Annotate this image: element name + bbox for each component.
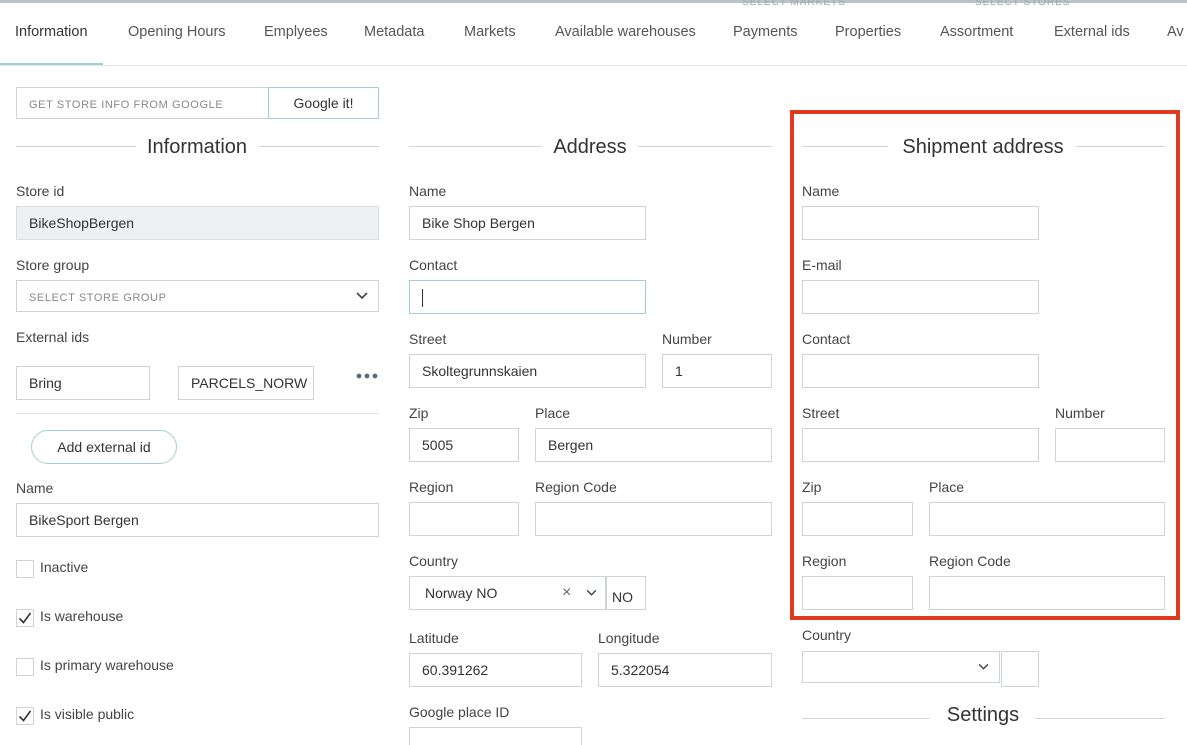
shipment-place-field[interactable] [929, 502, 1165, 536]
clear-icon[interactable]: × [562, 577, 571, 609]
chevron-down-icon [586, 589, 597, 596]
external-id-key-field[interactable]: Bring [16, 366, 150, 400]
tab-available-warehouses[interactable]: Available warehouses [555, 3, 696, 65]
address-street-label: Street [409, 331, 447, 347]
store-id-field: BikeShopBergen [16, 206, 379, 240]
google-search-placeholder: GET STORE INFO FROM GOOGLE [29, 99, 224, 111]
address-country-select[interactable]: Norway NO × [409, 576, 606, 610]
shipment-number-label: Number [1055, 405, 1105, 421]
store-group-select[interactable]: SELECT STORE GROUP [16, 280, 379, 312]
shipment-contact-label: Contact [802, 331, 851, 347]
tab-payments[interactable]: Payments [733, 3, 797, 65]
tab-employees[interactable]: Emplyees [264, 3, 328, 65]
settings-section-title: Settings [802, 704, 1165, 726]
longitude-label: Longitude [598, 630, 660, 646]
longitude-field[interactable]: 5.322054 [598, 653, 772, 687]
address-number-field[interactable]: 1 [662, 354, 772, 388]
address-title-text: Address [553, 136, 627, 158]
google-search-input[interactable]: GET STORE INFO FROM GOOGLE [16, 87, 269, 119]
address-region-code-field[interactable] [535, 502, 772, 536]
shipment-street-field[interactable] [802, 428, 1039, 462]
external-id-value-field[interactable]: PARCELS_NORW [178, 366, 314, 400]
settings-title-text: Settings [946, 704, 1020, 726]
address-street-field[interactable]: Skoltegrunnskaien [409, 354, 646, 388]
address-region-field[interactable] [409, 502, 519, 536]
tab-information[interactable]: Information [0, 3, 103, 65]
is-primary-warehouse-checkbox[interactable] [16, 658, 34, 676]
name-label: Name [16, 480, 54, 496]
shipment-zip-label: Zip [802, 479, 822, 495]
checkmark-icon [18, 710, 32, 722]
shipment-name-label: Name [802, 183, 840, 199]
address-section-title: Address [409, 136, 772, 158]
store-id-label: Store id [16, 183, 65, 199]
address-place-field[interactable]: Bergen [535, 428, 772, 462]
is-primary-warehouse-label: Is primary warehouse [40, 657, 174, 673]
name-field[interactable]: BikeSport Bergen [16, 503, 379, 537]
google-it-button[interactable]: Google it! [268, 87, 379, 119]
is-visible-public-label: Is visible public [40, 706, 135, 722]
is-warehouse-checkbox[interactable] [16, 609, 34, 627]
tab-markets[interactable]: Markets [464, 3, 516, 65]
add-external-id-button[interactable]: Add external id [31, 430, 177, 464]
address-number-label: Number [662, 331, 712, 347]
checkmark-icon [18, 612, 32, 624]
shipment-country-label: Country [802, 627, 852, 643]
tab-metadata[interactable]: Metadata [364, 3, 424, 65]
inactive-checkbox[interactable] [16, 560, 34, 578]
shipment-email-label: E-mail [802, 257, 842, 273]
shipment-region-code-label: Region Code [929, 553, 1011, 569]
latitude-label: Latitude [409, 630, 459, 646]
text-caret [422, 289, 423, 307]
tab-assortment[interactable]: Assortment [940, 3, 1013, 65]
address-country-value: Norway NO [425, 585, 498, 601]
shipment-name-field[interactable] [802, 206, 1039, 240]
shipment-country-code-field [1001, 651, 1039, 687]
shipment-email-field[interactable] [802, 280, 1039, 314]
address-place-label: Place [535, 405, 571, 421]
store-group-label: Store group [16, 257, 90, 273]
more-options-icon[interactable] [356, 372, 378, 380]
shipment-country-select[interactable] [802, 651, 1000, 683]
shipment-number-field[interactable] [1055, 428, 1165, 462]
chevron-down-icon [978, 663, 989, 670]
address-contact-label: Contact [409, 257, 458, 273]
address-country-label: Country [409, 553, 459, 569]
address-region-label: Region [409, 479, 454, 495]
address-name-field[interactable]: Bike Shop Bergen [409, 206, 646, 240]
google-place-id-field[interactable] [409, 727, 582, 745]
shipment-region-field[interactable] [802, 576, 913, 610]
shipment-section-title: Shipment address [802, 136, 1165, 158]
tab-external-ids[interactable]: External ids [1054, 3, 1130, 65]
tab-available-truncated[interactable]: Av [1167, 3, 1184, 65]
shipment-street-label: Street [802, 405, 840, 421]
address-country-code-field: NO [606, 576, 646, 610]
latitude-field[interactable]: 60.391262 [409, 653, 582, 687]
tab-bar: Information Opening Hours Emplyees Metad… [0, 3, 1187, 66]
address-region-code-label: Region Code [535, 479, 617, 495]
tab-opening-hours[interactable]: Opening Hours [128, 3, 226, 65]
inactive-label: Inactive [40, 559, 89, 575]
shipment-region-label: Region [802, 553, 847, 569]
information-section-title: Information [16, 136, 379, 158]
address-zip-field[interactable]: 5005 [409, 428, 519, 462]
is-warehouse-label: Is warehouse [40, 608, 124, 624]
is-visible-public-checkbox[interactable] [16, 707, 34, 725]
shipment-region-code-field[interactable] [929, 576, 1165, 610]
external-ids-label: External ids [16, 329, 90, 345]
information-title-text: Information [146, 136, 248, 158]
google-place-id-label: Google place ID [409, 704, 510, 720]
shipment-title-text: Shipment address [902, 136, 1064, 158]
shipment-place-label: Place [929, 479, 965, 495]
address-zip-label: Zip [409, 405, 429, 421]
address-contact-field[interactable] [409, 280, 646, 314]
tab-properties[interactable]: Properties [835, 3, 901, 65]
address-name-label: Name [409, 183, 447, 199]
shipment-zip-field[interactable] [802, 502, 913, 536]
shipment-contact-field[interactable] [802, 354, 1039, 388]
chevron-down-icon [356, 292, 368, 300]
store-group-placeholder: SELECT STORE GROUP [29, 292, 167, 304]
external-ids-divider [16, 413, 379, 414]
